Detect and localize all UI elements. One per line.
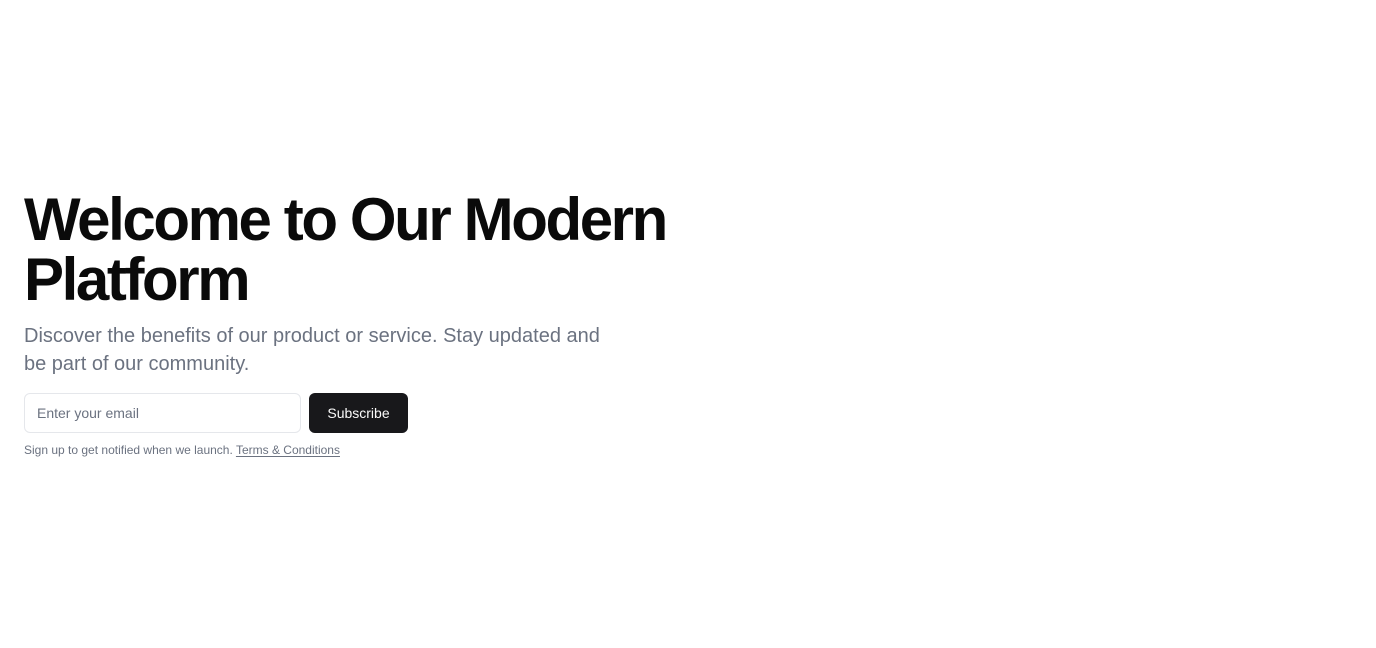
signup-form: Subscribe [24,393,704,433]
subscribe-button[interactable]: Subscribe [309,393,408,433]
signup-note-text: Sign up to get notified when we launch. [24,443,233,457]
page-title: Welcome to Our Modern Platform [24,186,668,313]
email-input[interactable] [24,393,301,433]
terms-link[interactable]: Terms & Conditions [236,443,340,457]
hero-subtitle: Discover the benefits of our product or … [24,325,600,375]
hero-section: Welcome to Our Modern Platform Discover … [24,190,704,458]
signup-note: Sign up to get notified when we launch. … [24,442,704,458]
